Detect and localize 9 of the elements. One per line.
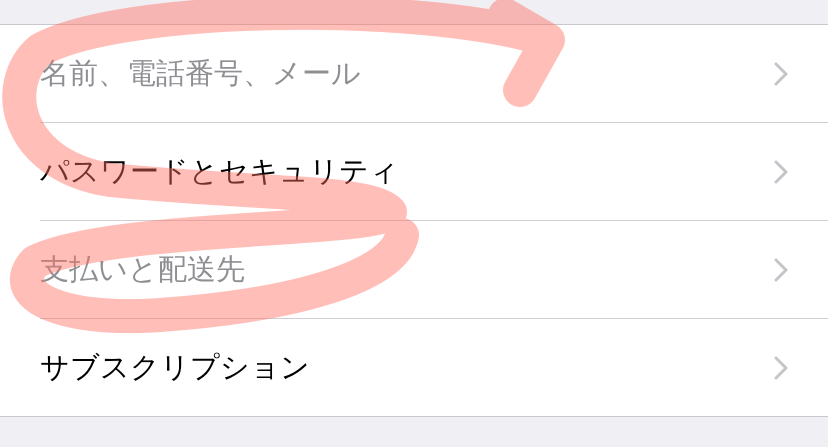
row-label: 名前、電話番号、メール xyxy=(40,54,362,92)
settings-row[interactable]: パスワードとセキュリティ xyxy=(40,123,828,221)
settings-row[interactable]: サブスクリプション xyxy=(40,319,828,416)
row-label: サブスクリプション xyxy=(40,348,311,386)
chevron-icon xyxy=(774,62,788,86)
chevron-icon xyxy=(774,160,788,184)
chevron-icon xyxy=(774,258,788,282)
row-label: パスワードとセキュリティ xyxy=(40,152,400,190)
chevron-icon xyxy=(774,356,788,380)
